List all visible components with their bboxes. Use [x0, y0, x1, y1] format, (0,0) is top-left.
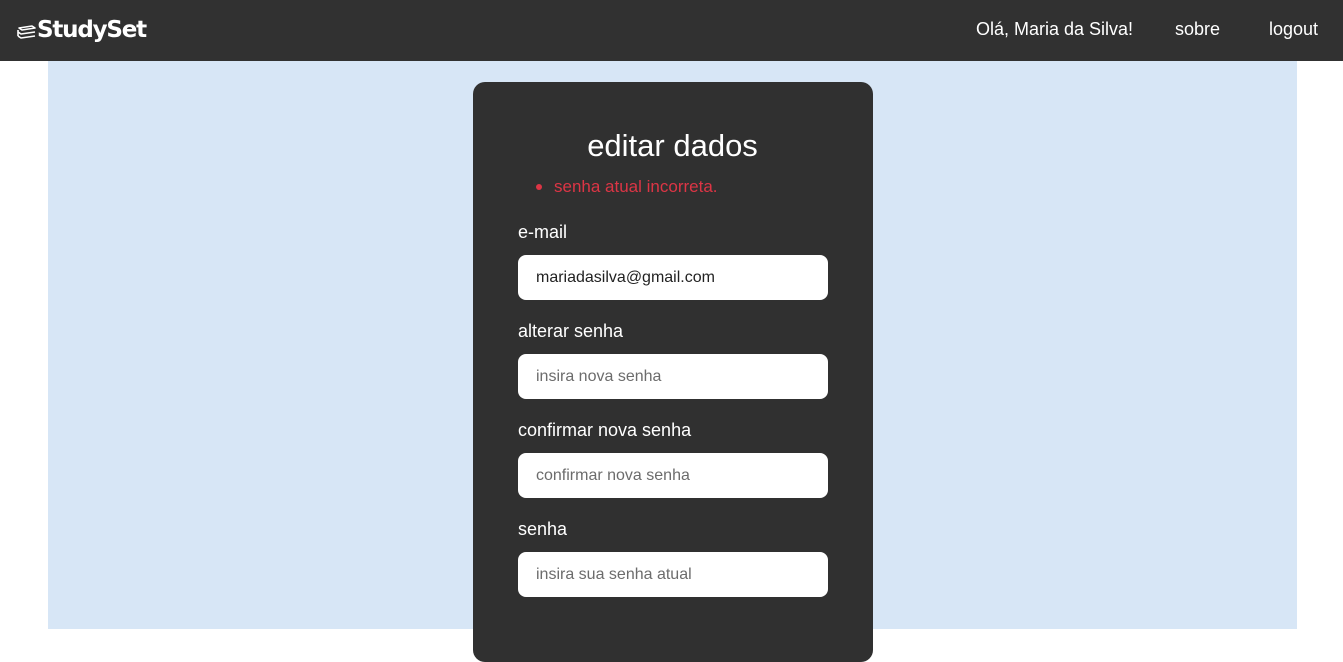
- new-password-label: alterar senha: [518, 321, 624, 341]
- page-title: editar dados: [587, 128, 758, 163]
- email-field[interactable]: [518, 255, 828, 300]
- current-password-label: senha: [518, 519, 568, 539]
- logout-link[interactable]: logout: [1269, 17, 1318, 41]
- confirm-password-field[interactable]: [518, 453, 828, 498]
- current-password-field[interactable]: [518, 552, 828, 597]
- bullet-icon: [536, 184, 542, 190]
- brand-name: StudySet: [37, 17, 147, 43]
- error-text: senha atual incorreta.: [554, 177, 718, 196]
- top-navbar: StudySet Olá, Maria da Silva! sobre logo…: [0, 0, 1343, 61]
- email-label: e-mail: [518, 222, 568, 242]
- error-list: senha atual incorreta.: [536, 175, 718, 199]
- stacked-books-icon: [17, 25, 36, 39]
- brand-logo-link[interactable]: StudySet: [17, 14, 147, 46]
- error-message: senha atual incorreta.: [536, 175, 718, 199]
- user-greeting-link[interactable]: Olá, Maria da Silva!: [976, 17, 1133, 41]
- about-link[interactable]: sobre: [1175, 17, 1220, 41]
- confirm-password-label: confirmar nova senha: [518, 420, 692, 440]
- new-password-field[interactable]: [518, 354, 828, 399]
